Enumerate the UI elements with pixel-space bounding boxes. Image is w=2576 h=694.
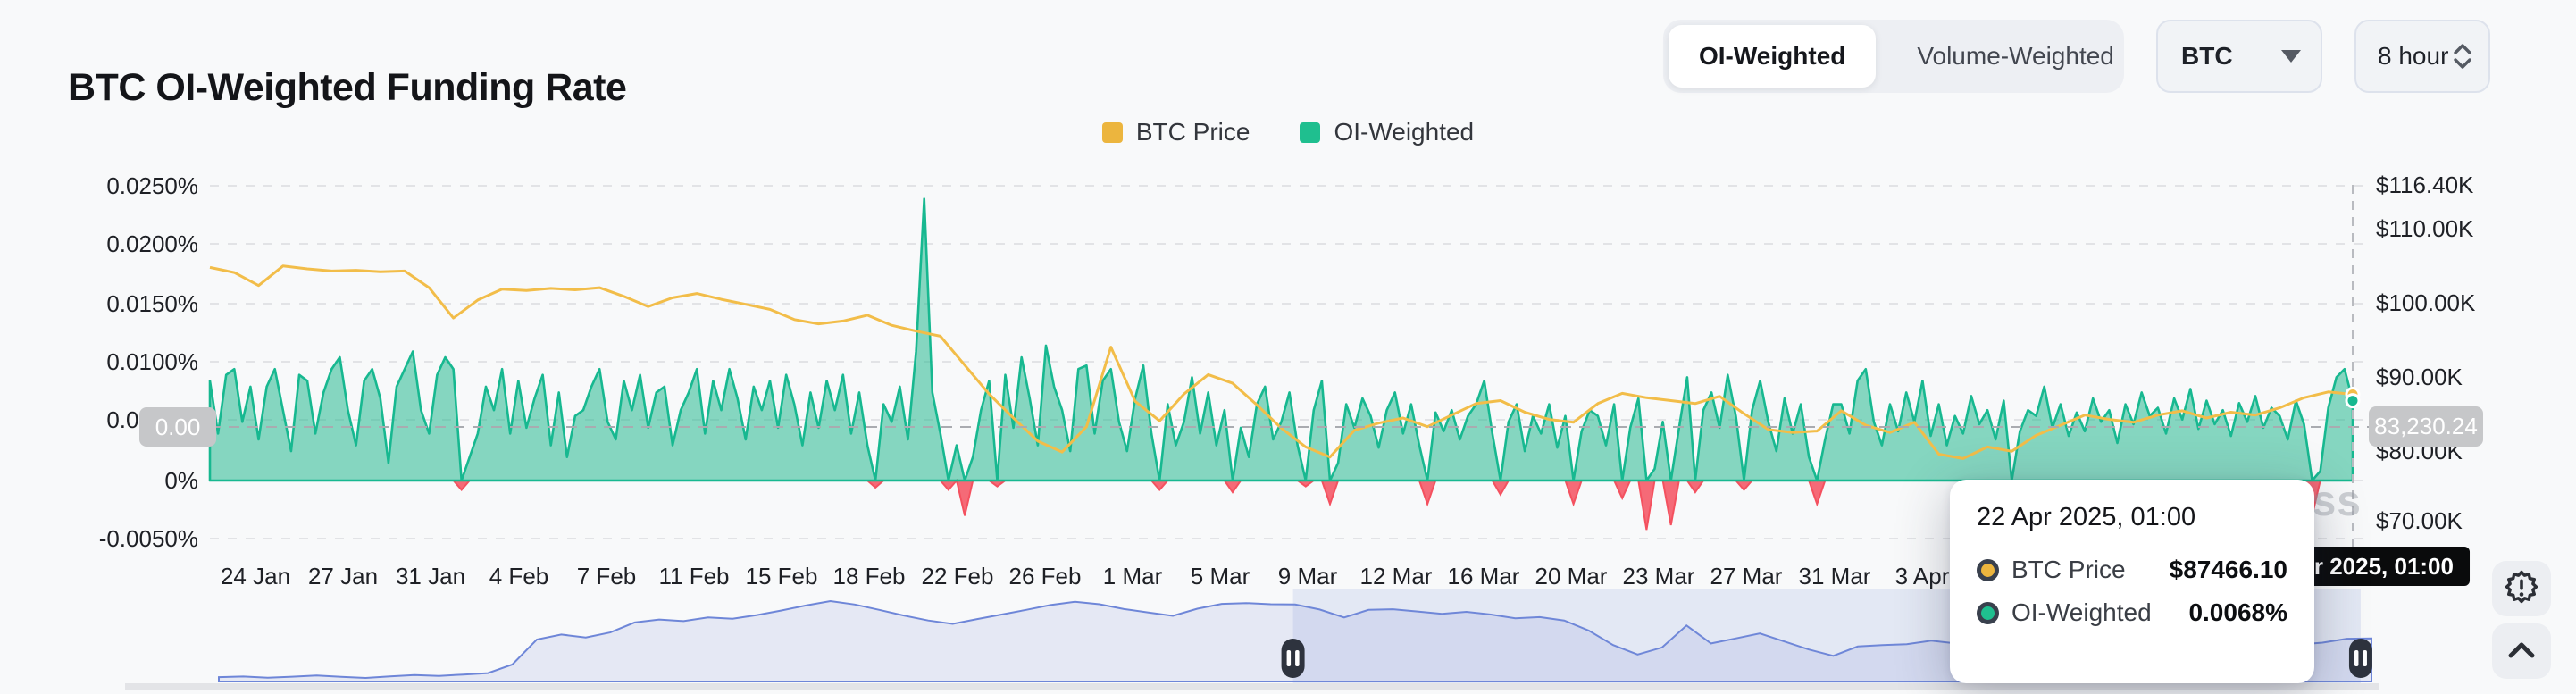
collapse-button[interactable] [2492,623,2551,679]
chart-tooltip: 22 Apr 2025, 01:00 BTC Price $87466.10 OI-… [1950,480,2314,683]
tooltip-series-label: OI-Weighted [2011,598,2176,627]
tooltip-row: OI-Weighted 0.0068% [1977,598,2287,627]
crosshair-left-axis-badge: 0.00 [139,407,216,447]
tooltip-date: 22 Apr 2025, 01:00 [1977,503,2287,532]
chevron-up-icon [2502,634,2541,669]
crosshair-right-axis-badge: 83,230.24 [2369,406,2483,447]
navigator-handle-left[interactable] [1282,639,1305,678]
series-dot-icon [1977,559,1999,581]
series-dot-icon [1977,602,1999,624]
alert-seal-icon [2503,568,2540,610]
funding-hover-marker [2346,395,2359,407]
tooltip-row: BTC Price $87466.10 [1977,556,2287,584]
tooltip-series-label: BTC Price [2011,556,2157,584]
tooltip-series-value: 0.0068% [2188,598,2287,627]
navigator-handle-right[interactable] [2349,639,2372,678]
alert-settings-button[interactable] [2492,561,2551,616]
tooltip-series-value: $87466.10 [2170,556,2287,584]
